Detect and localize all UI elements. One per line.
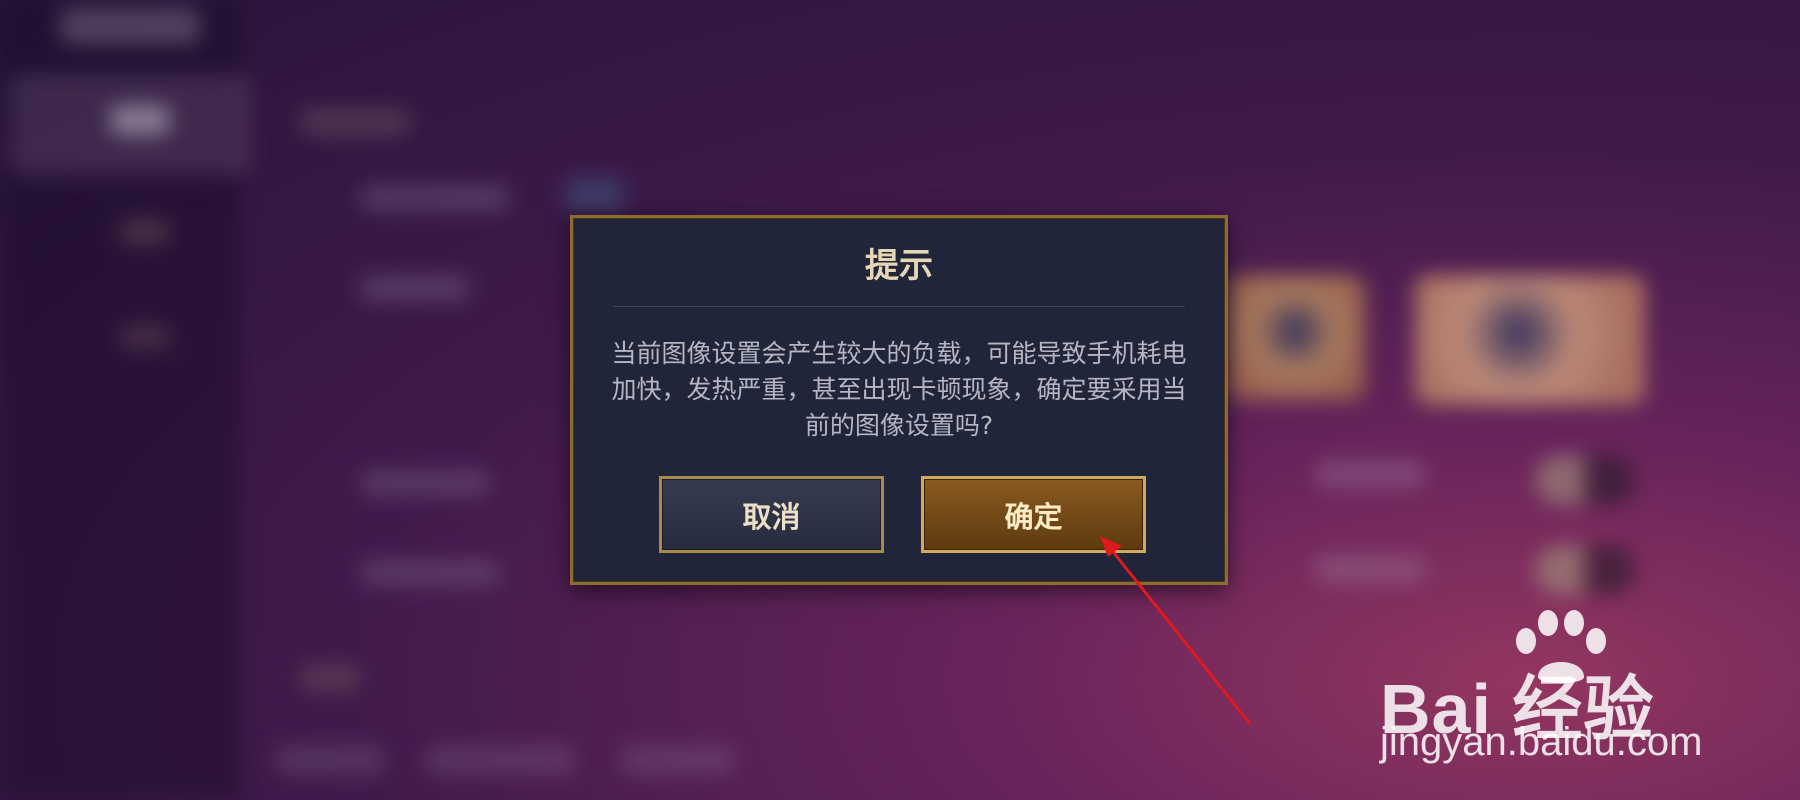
confirm-dialog: 提示 当前图像设置会产生较大的负载，可能导致手机耗电加快，发热严重，甚至出现卡顿… [570,215,1228,585]
watermark-url: jingyan.baidu.com [1380,720,1703,764]
dialog-title: 提示 [865,246,933,286]
baidu-watermark: Bai 经验 jingyan.baidu.com [1380,605,1780,775]
cancel-button[interactable]: 取消 [659,476,884,553]
confirm-button[interactable]: 确定 [921,476,1146,553]
cancel-button-label: 取消 [742,499,801,534]
dialog-message: 当前图像设置会产生较大的负载，可能导致手机耗电加快，发热严重，甚至出现卡顿现象，… [611,339,1187,440]
title-divider [613,306,1185,307]
confirm-button-label: 确定 [1004,499,1063,534]
